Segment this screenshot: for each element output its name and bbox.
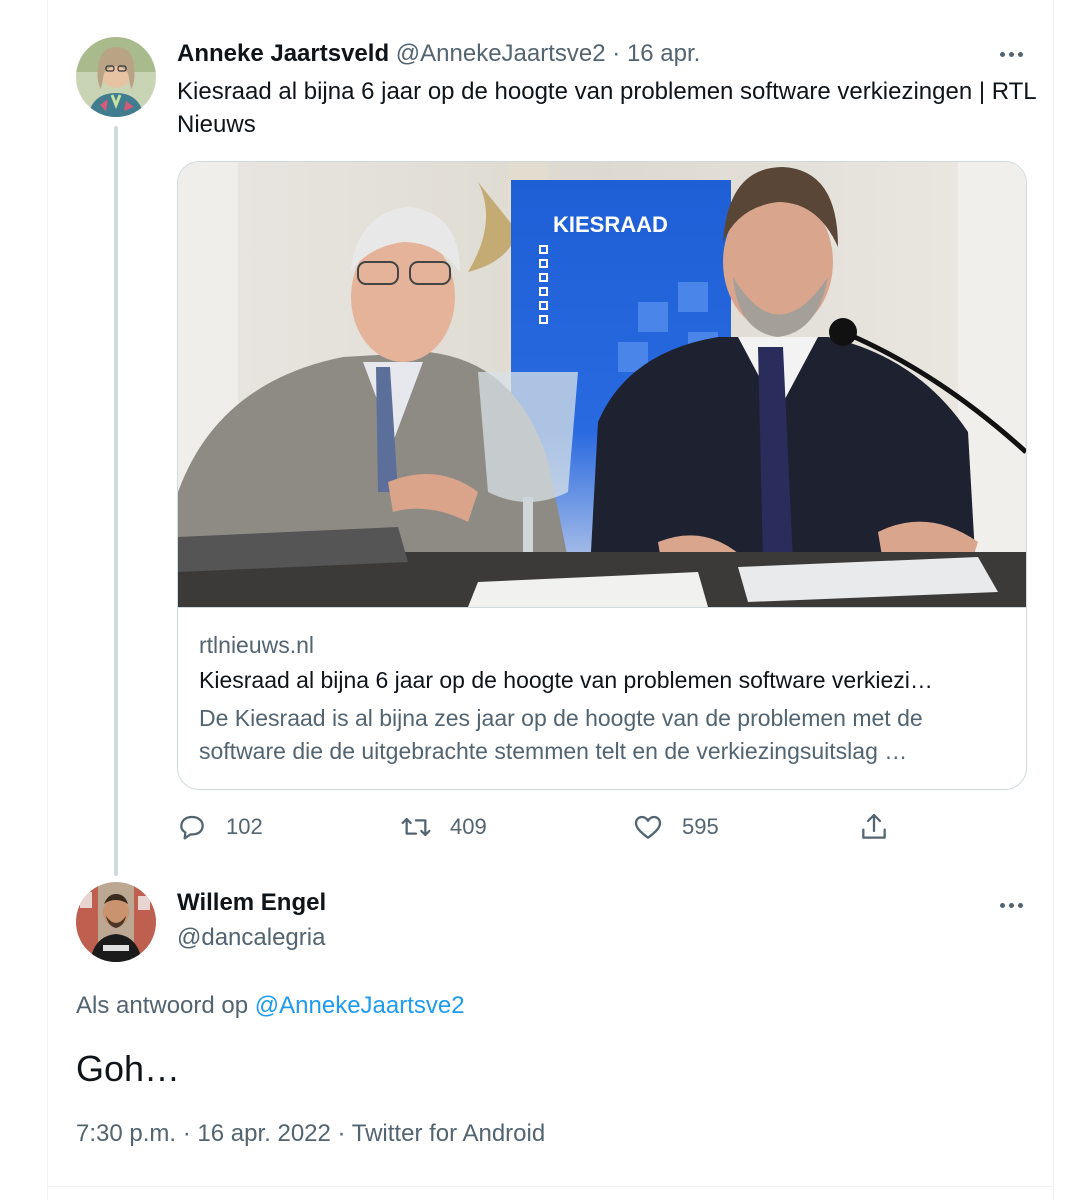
- meta-separator: ·: [337, 1120, 346, 1147]
- dot: [1017, 902, 1023, 908]
- avatar-man-icon: [76, 882, 156, 962]
- heart-icon: [634, 815, 662, 839]
- tweet-time[interactable]: 7:30 p.m.: [76, 1120, 176, 1147]
- card-description: De Kiesraad is al bijna zes jaar op de h…: [199, 705, 923, 764]
- reply-prefix: Als antwoord op: [76, 992, 249, 1019]
- header-separator: ·: [612, 40, 621, 67]
- reply-context: Als antwoord op @AnnekeJaartsve2: [76, 990, 465, 1022]
- meta-separator: ·: [182, 1120, 191, 1147]
- user-handle[interactable]: @AnnekeJaartsve2: [396, 40, 606, 67]
- retweet-button[interactable]: 409: [400, 807, 487, 847]
- avatar-woman-icon: [76, 37, 156, 117]
- banner-label: KIESRAAD: [553, 212, 668, 237]
- card-domain: rtlnieuws.nl: [199, 632, 315, 658]
- avatar[interactable]: [76, 37, 156, 117]
- card-image: KIESRAAD: [178, 162, 1026, 607]
- timeline-border-right: [1053, 0, 1054, 1200]
- share-icon: [862, 813, 886, 839]
- link-preview-card[interactable]: KIESRAAD rtlnieuws.nl Kiesraad al bijna …: [177, 161, 1027, 790]
- dot: [1008, 902, 1014, 908]
- display-name[interactable]: Willem Engel: [177, 887, 326, 919]
- like-button[interactable]: 595: [632, 807, 719, 847]
- user-handle[interactable]: @dancalegria: [177, 922, 325, 954]
- tweet-text: Kiesraad al bijna 6 jaar op de hoogte va…: [177, 78, 1036, 138]
- card-title: Kiesraad al bijna 6 jaar op de hoogte va…: [199, 667, 933, 693]
- reply-count: 102: [226, 814, 263, 839]
- dot: [1008, 51, 1014, 57]
- retweet-count: 409: [450, 814, 487, 839]
- card-body[interactable]: rtlnieuws.nl Kiesraad al bijna 6 jaar op…: [178, 607, 1026, 789]
- tweet-source: Twitter for Android: [351, 1120, 546, 1147]
- reply-button[interactable]: 102: [176, 807, 263, 847]
- thread-connector-line: [114, 126, 118, 876]
- tweet-thread-page: Anneke Jaartsveld @AnnekeJaartsve2 · 16 …: [0, 0, 1089, 1200]
- more-options-icon[interactable]: [991, 895, 1031, 915]
- share-button[interactable]: [858, 807, 908, 847]
- reply-to-link[interactable]: @AnnekeJaartsve2: [255, 992, 465, 1019]
- display-name[interactable]: Anneke Jaartsveld: [177, 40, 389, 67]
- dot: [999, 51, 1005, 57]
- timeline-border-left: [47, 0, 48, 1200]
- tweet-date[interactable]: 16 apr.: [627, 40, 700, 67]
- retweet-icon: [401, 817, 431, 837]
- avatar[interactable]: [76, 882, 156, 962]
- dot: [1017, 51, 1023, 57]
- tweet-header: Anneke Jaartsveld @AnnekeJaartsve2 · 16 …: [177, 38, 700, 70]
- dot: [999, 902, 1005, 908]
- tweet-date[interactable]: 16 apr. 2022: [197, 1120, 330, 1147]
- divider: [48, 1186, 1053, 1187]
- reply-icon: [180, 815, 204, 840]
- like-count: 595: [682, 814, 719, 839]
- tweet-text: Goh…: [76, 1048, 181, 1089]
- more-options-icon[interactable]: [991, 44, 1031, 64]
- tweet-metadata: 7:30 p.m. · 16 apr. 2022 · Twitter for A…: [76, 1118, 545, 1150]
